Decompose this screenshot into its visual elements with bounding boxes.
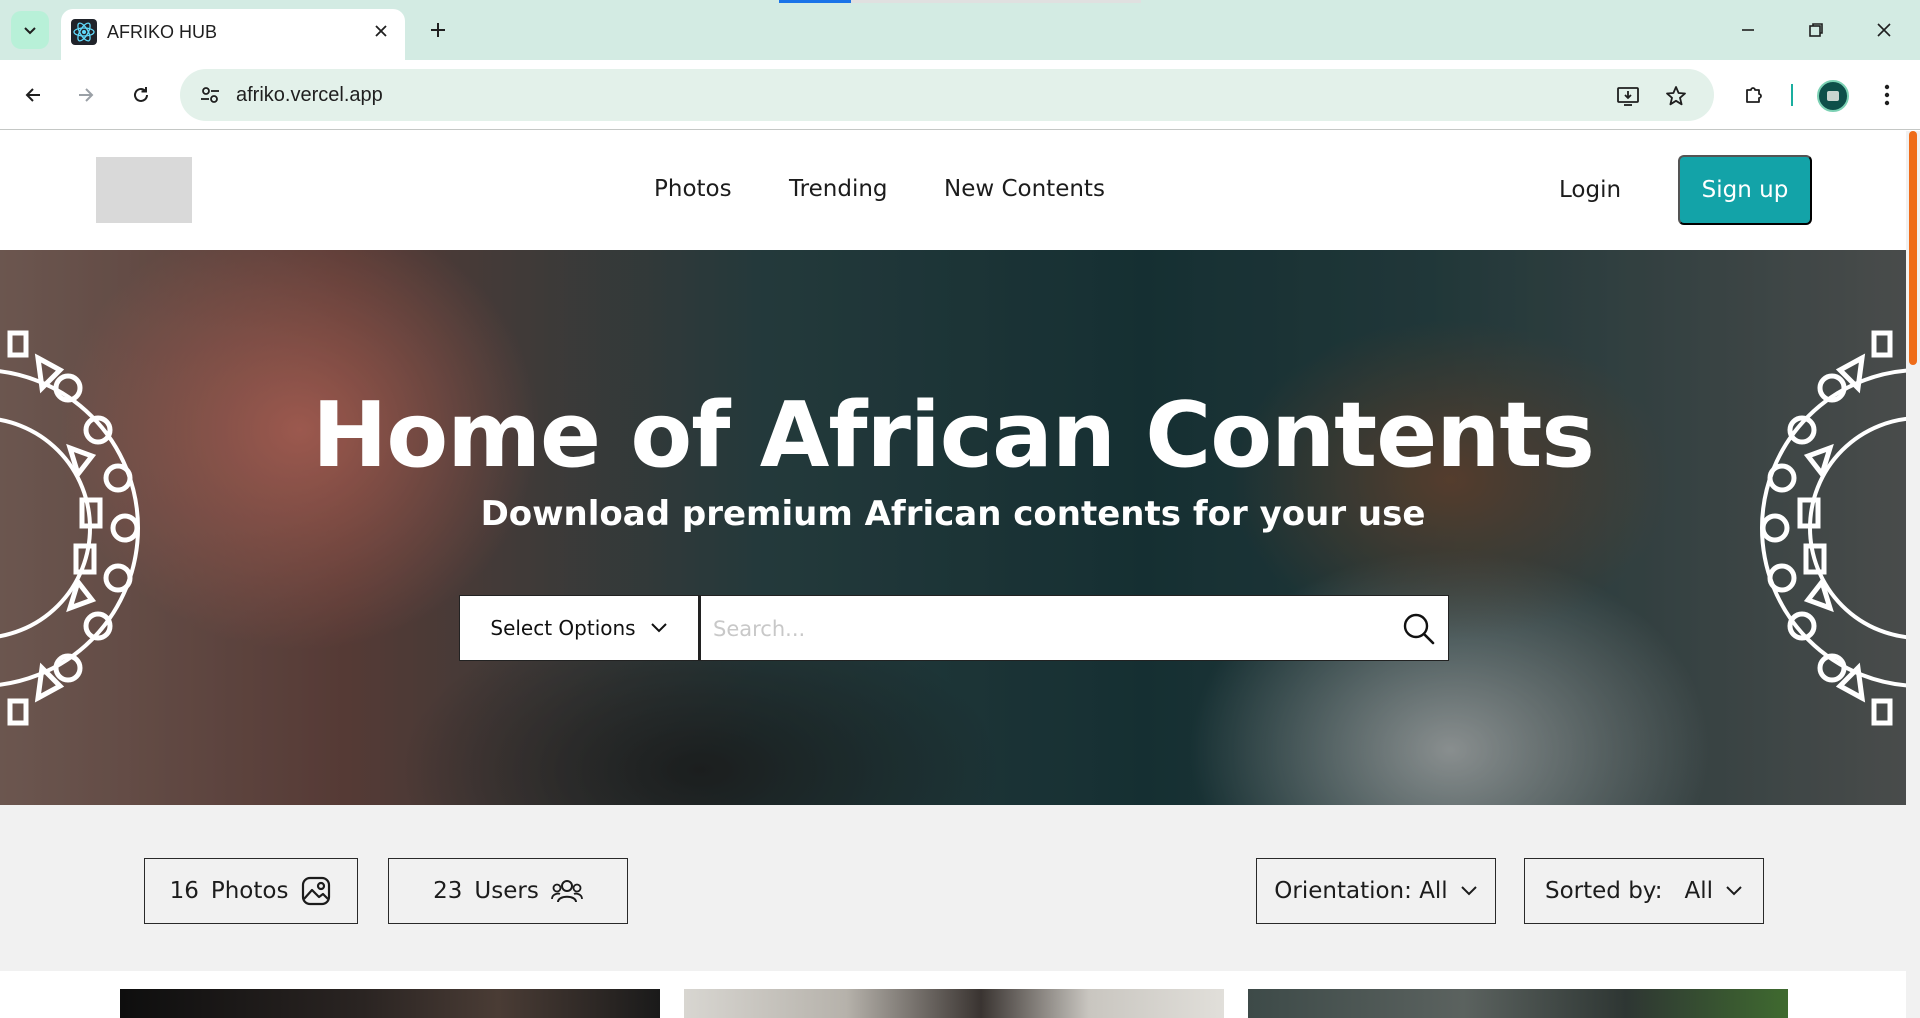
- arrow-left-icon: [25, 88, 40, 102]
- nav-photos[interactable]: Photos: [654, 176, 732, 202]
- close-window-button[interactable]: [1860, 10, 1908, 50]
- install-app-button[interactable]: [1613, 81, 1643, 111]
- browser-menu-button[interactable]: [1868, 76, 1906, 114]
- plus-icon: [431, 23, 445, 37]
- page-load-progress: [779, 0, 851, 3]
- photo-gallery: [0, 971, 1906, 1018]
- profile-avatar[interactable]: [1817, 80, 1849, 112]
- chevron-down-icon: [24, 27, 36, 35]
- minimize-button[interactable]: [1724, 10, 1772, 50]
- restore-button[interactable]: [1792, 10, 1840, 50]
- hero-title: Home of African Contents: [312, 383, 1595, 488]
- photo-thumbnail[interactable]: [1248, 989, 1788, 1018]
- hero-banner: Home of African Contents Download premiu…: [0, 250, 1906, 805]
- orientation-dropdown[interactable]: Orientation: All: [1256, 858, 1496, 924]
- site-logo-placeholder[interactable]: [96, 157, 192, 223]
- address-bar[interactable]: afriko.vercel.app: [180, 69, 1714, 121]
- search-icon[interactable]: [1402, 612, 1436, 646]
- web-page: Photos Trending New Contents Login Sign …: [0, 131, 1906, 1018]
- avatar-image: [1827, 91, 1839, 101]
- browser-toolbar: afriko.vercel.app: [0, 60, 1920, 130]
- tune-icon: [201, 87, 219, 103]
- search-box: [699, 595, 1449, 661]
- signup-button[interactable]: Sign up: [1678, 155, 1812, 225]
- photos-label: Photos: [210, 878, 289, 904]
- more-vertical-icon: [1884, 84, 1890, 106]
- scrollbar-thumb[interactable]: [1909, 131, 1917, 365]
- react-logo-icon: [71, 19, 97, 45]
- chevron-down-icon: [650, 623, 667, 633]
- photos-count-button[interactable]: 16 Photos: [144, 858, 358, 924]
- sorted-by-value: All: [1684, 878, 1713, 904]
- search-input[interactable]: [713, 610, 1373, 648]
- filter-bar: 16 Photos 23 Users Orientation: All Sort…: [0, 805, 1906, 971]
- page-load-track: [851, 0, 1141, 3]
- sorted-by-label: Sorted by:: [1544, 878, 1663, 904]
- select-options-label: Select Options: [490, 616, 636, 640]
- back-button[interactable]: [14, 76, 52, 114]
- site-header: Photos Trending New Contents Login Sign …: [0, 131, 1906, 250]
- browser-tab-active[interactable]: AFRIKO HUB: [61, 9, 405, 60]
- sort-dropdown[interactable]: Sorted by: All: [1524, 858, 1764, 924]
- restore-icon: [1809, 23, 1823, 37]
- image-icon: [302, 876, 331, 906]
- users-label: Users: [474, 878, 539, 904]
- chevron-down-icon: [1460, 886, 1477, 896]
- nav-trending[interactable]: Trending: [789, 176, 888, 202]
- users-count: 23: [433, 878, 463, 904]
- hero-subtitle: Download premium African contents for yo…: [480, 494, 1426, 534]
- chevron-down-icon: [1726, 886, 1742, 896]
- users-icon: [550, 880, 583, 903]
- browser-tabstrip: AFRIKO HUB: [0, 0, 1920, 60]
- star-icon: [1666, 86, 1686, 106]
- nav-new-contents[interactable]: New Contents: [944, 176, 1105, 202]
- new-tab-button[interactable]: [422, 14, 454, 46]
- tab-search-button[interactable]: [11, 11, 49, 49]
- bookmark-button[interactable]: [1661, 81, 1691, 111]
- photo-thumbnail[interactable]: [684, 989, 1224, 1018]
- close-icon: [1877, 23, 1891, 37]
- forward-button[interactable]: [67, 76, 105, 114]
- reload-button[interactable]: [122, 76, 160, 114]
- install-icon: [1617, 87, 1639, 106]
- users-count-button[interactable]: 23 Users: [388, 858, 628, 924]
- puzzle-icon: [1746, 87, 1762, 103]
- close-icon: [375, 25, 387, 37]
- photos-count: 16: [169, 878, 199, 904]
- photo-thumbnail[interactable]: [120, 989, 660, 1018]
- login-link[interactable]: Login: [1559, 177, 1621, 203]
- page-scrollbar[interactable]: [1906, 131, 1920, 1018]
- tab-close-button[interactable]: [367, 17, 395, 45]
- url-text[interactable]: afriko.vercel.app: [236, 84, 383, 107]
- arrow-right-icon: [79, 88, 94, 102]
- site-info-button[interactable]: [194, 80, 226, 110]
- tab-title: AFRIKO HUB: [107, 22, 218, 42]
- orientation-label: Orientation: All: [1274, 878, 1448, 904]
- select-options-dropdown[interactable]: Select Options: [459, 595, 699, 661]
- minimize-icon: [1742, 29, 1754, 31]
- reload-icon: [134, 87, 148, 102]
- toolbar-divider: [1791, 84, 1793, 106]
- extensions-button[interactable]: [1735, 76, 1773, 114]
